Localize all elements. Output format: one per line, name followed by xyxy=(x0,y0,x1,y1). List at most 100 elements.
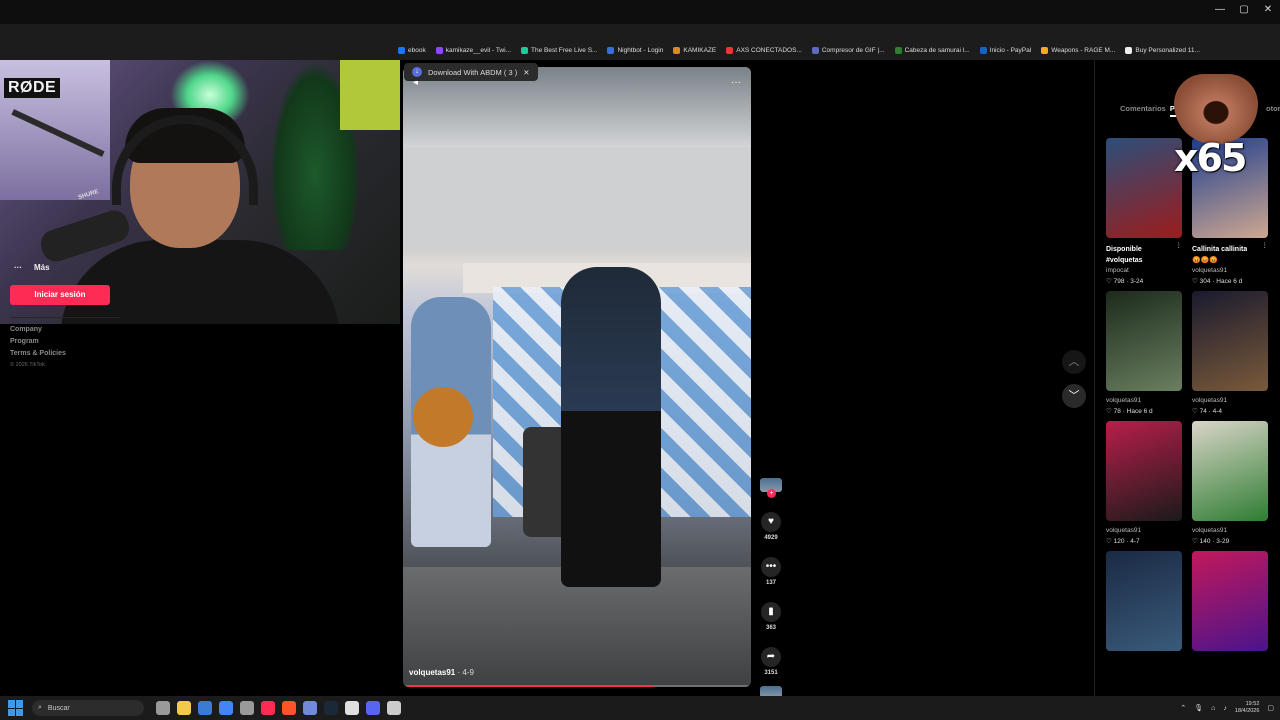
bookmark-item[interactable]: Weapons - RAGE M... xyxy=(1041,46,1115,54)
bookmark-item[interactable]: Inicio - PayPal xyxy=(979,46,1032,54)
heart-outline-icon: ♡ xyxy=(1192,408,1200,415)
video-thumbnail[interactable] xyxy=(1106,421,1182,521)
more-menu[interactable]: ··· Más xyxy=(14,263,50,272)
video-thumbnail[interactable] xyxy=(1192,421,1268,521)
taskbar-app-icon[interactable] xyxy=(177,701,191,715)
windows-start-icon[interactable] xyxy=(8,700,24,716)
bookmark-item[interactable]: Buy Personalized 11... xyxy=(1125,46,1200,54)
taskbar-app-icon[interactable] xyxy=(261,701,275,715)
video-card[interactable]: volquetas91 ♡ 78 · Hace 6 d xyxy=(1106,291,1182,415)
video-date: 4-9 xyxy=(462,668,474,677)
comment-button[interactable]: ••• xyxy=(761,557,781,577)
minimize-button[interactable]: — xyxy=(1208,0,1232,20)
bookmark-item[interactable]: ebook xyxy=(398,46,426,54)
meme-overlay: x65 xyxy=(1168,74,1260,180)
bookmark-item[interactable]: AXS CONECTADOS... xyxy=(726,46,802,54)
save-button[interactable]: ▮ xyxy=(761,602,781,622)
video-username[interactable]: volquetas91 xyxy=(409,668,455,677)
video-card-stats: ♡ 78 · Hace 6 d xyxy=(1106,407,1153,415)
maximize-button[interactable]: ▢ xyxy=(1232,0,1256,20)
video-thumbnail[interactable] xyxy=(1106,551,1182,651)
video-more-icon[interactable]: ··· xyxy=(731,77,741,88)
footer-link-terms[interactable]: Terms & Policies xyxy=(10,350,66,357)
abdm-close-icon[interactable]: ✕ xyxy=(523,68,529,77)
taskbar-app-icon[interactable] xyxy=(324,701,338,715)
bookmark-item[interactable]: Cabeza de samurai l... xyxy=(894,46,970,54)
video-card[interactable] xyxy=(1192,551,1268,651)
window-controls: — ▢ ✕ xyxy=(1208,0,1280,20)
next-video-button[interactable]: ﹀ xyxy=(1062,384,1086,408)
video-card-title-line2: #volquetas xyxy=(1106,257,1143,264)
chevron-up-icon[interactable]: ⌃ xyxy=(1180,704,1186,712)
login-button[interactable]: Iniciar sesión xyxy=(10,285,110,305)
bookmark-item[interactable]: Nightbot - Login xyxy=(607,46,664,54)
action-rail: + ♥ 4929 ••• 137 ▮ 363 ➦ 3151 xyxy=(757,478,785,698)
video-progress-bar[interactable] xyxy=(403,685,751,687)
video-card[interactable]: volquetas91 ♡ 120 · 4-7 xyxy=(1106,421,1182,545)
previous-video-button[interactable]: ︿ xyxy=(1062,350,1086,374)
creator-avatar[interactable]: + xyxy=(760,478,782,498)
notifications-icon[interactable]: ▢ xyxy=(1267,704,1274,712)
taskbar-app-icon[interactable] xyxy=(345,701,359,715)
video-card-meta: ♡ 798 · 3-24 xyxy=(1106,277,1182,285)
bookmark-favicon-icon xyxy=(1125,46,1133,54)
download-icon: ↓ xyxy=(412,67,422,77)
bookmark-item[interactable]: kamikaze__evil - Twi... xyxy=(435,46,511,54)
video-card-meta: ♡ 120 · 4-7 xyxy=(1106,537,1182,545)
video-scene-singer xyxy=(561,267,661,587)
bookmark-label: Nightbot - Login xyxy=(617,46,664,54)
video-card-more-icon[interactable]: ⋮ xyxy=(1262,241,1269,249)
bookmark-favicon-icon xyxy=(520,46,528,54)
video-thumbnail[interactable] xyxy=(1192,551,1268,651)
video-card-date: Hace 6 d xyxy=(1216,278,1243,285)
footer-link-company[interactable]: Company xyxy=(10,326,66,333)
abdm-download-pill[interactable]: ↓ Download With ABDM ( 3 ) ✕ xyxy=(404,63,538,81)
video-card-stats: ♡ 304 · Hace 6 d xyxy=(1192,277,1242,285)
video-thumbnail[interactable] xyxy=(1192,291,1268,391)
network-icon[interactable]: ⌂ xyxy=(1211,705,1215,712)
taskbar-app-icon[interactable] xyxy=(282,701,296,715)
tab-more[interactable]: otores xyxy=(1266,104,1280,113)
clock[interactable]: 19:52 18/4/2026 xyxy=(1235,701,1259,715)
close-window-button[interactable]: ✕ xyxy=(1256,0,1280,20)
comment-count: 137 xyxy=(765,580,776,586)
taskbar-app-icon[interactable] xyxy=(387,701,401,715)
taskbar-app-icon[interactable] xyxy=(240,701,254,715)
bookmark-favicon-icon xyxy=(726,46,734,54)
tab-comments[interactable]: Comentarios xyxy=(1120,104,1166,117)
video-card[interactable] xyxy=(1106,551,1182,651)
video-card-stats: ♡ 140 · 3-29 xyxy=(1192,537,1229,545)
share-button[interactable]: ➦ xyxy=(761,647,781,667)
bookmark-item[interactable]: The Best Free Live S... xyxy=(520,46,597,54)
address-bar[interactable]: ⋮ xyxy=(0,24,1280,61)
bookmark-label: KAMIKAZE xyxy=(683,46,717,54)
volume-icon[interactable]: ♪ xyxy=(1223,705,1227,712)
video-card[interactable]: volquetas91 ♡ 140 · 3-29 xyxy=(1192,421,1268,545)
video-card[interactable]: volquetas91 ♡ 74 · 4-4 xyxy=(1192,291,1268,415)
bookmark-label: Inicio - PayPal xyxy=(989,46,1032,54)
more-label: Más xyxy=(34,263,50,272)
bookmarks-bar: ebook kamikaze__evil - Twi... The Best Fre… xyxy=(0,40,1280,60)
video-thumbnail[interactable] xyxy=(1106,291,1182,391)
video-card-likes: 120 xyxy=(1113,538,1125,545)
taskbar-app-icon[interactable] xyxy=(198,701,212,715)
mic-icon[interactable]: 🎙 xyxy=(1194,704,1203,712)
follow-plus-icon[interactable]: + xyxy=(767,489,776,498)
taskbar-app-icon[interactable] xyxy=(303,701,317,715)
taskbar-app-icon[interactable] xyxy=(219,701,233,715)
video-player[interactable]: ◂ ··· volquetas91 · 4-9 xyxy=(403,67,751,687)
taskbar-app-icon[interactable] xyxy=(156,701,170,715)
like-button[interactable]: ♥ xyxy=(761,512,781,532)
footer-link-program[interactable]: Program xyxy=(10,338,66,345)
streamer-body xyxy=(60,240,340,324)
video-card-meta: ♡ 74 · 4-4 xyxy=(1192,407,1268,415)
bookmark-item[interactable]: KAMIKAZE xyxy=(673,46,717,54)
taskbar-app-icon[interactable] xyxy=(366,701,380,715)
video-card-likes: 78 xyxy=(1113,408,1121,415)
bookmark-item[interactable]: Compresor de GIF |... xyxy=(811,46,885,54)
video-card-likes: 140 xyxy=(1199,538,1211,545)
video-card-more-icon[interactable]: ⋮ xyxy=(1176,241,1183,249)
taskbar-search[interactable]: ⌕ Buscar xyxy=(32,700,144,716)
bookmark-favicon-icon xyxy=(1041,46,1049,54)
feed-navigation: ︿ ﹀ xyxy=(1062,350,1086,408)
